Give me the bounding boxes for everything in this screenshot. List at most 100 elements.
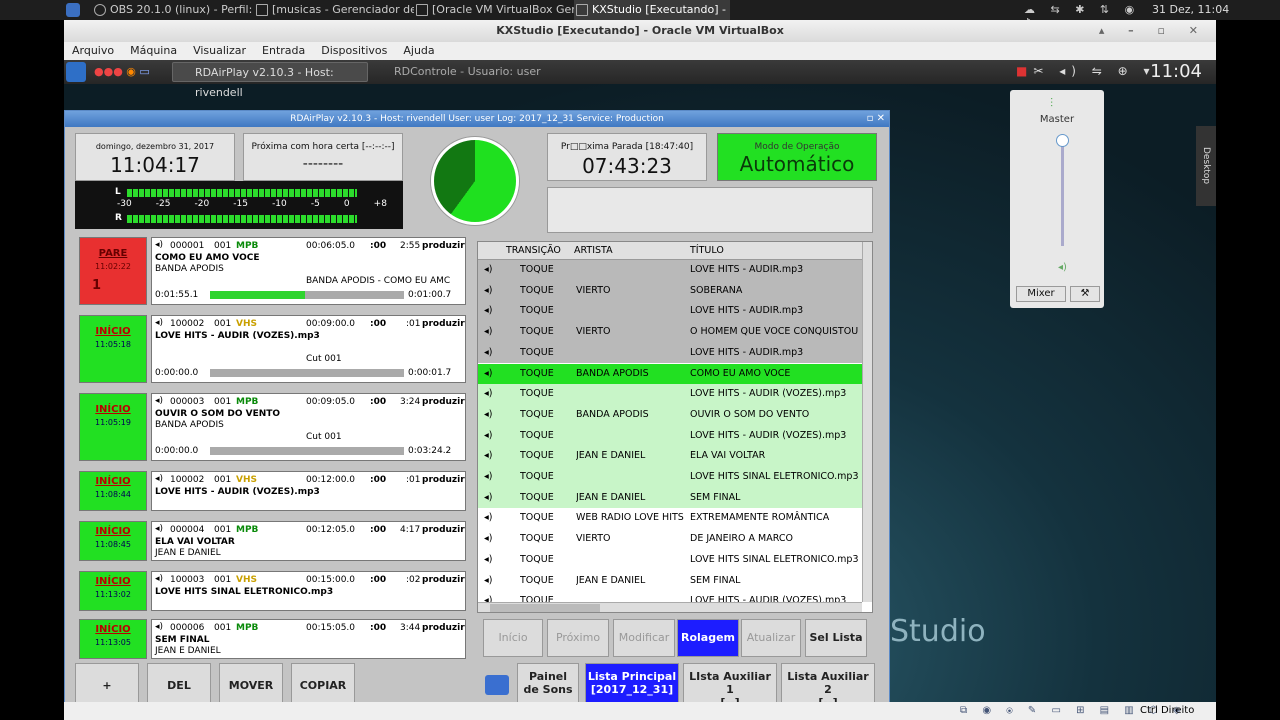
speaker-icon: ◂): [484, 553, 493, 565]
header-transicao[interactable]: TRANSIÇÃO: [506, 242, 561, 260]
speaker-icon: ◂): [155, 524, 164, 534]
host-menu-icon[interactable]: [66, 3, 80, 17]
list-row[interactable]: ◂) TOQUE LOVE HITS - AUDIR (VOZES).mp3: [478, 425, 862, 447]
menu-arquivo[interactable]: Arquivo: [72, 44, 114, 57]
list-row[interactable]: ◂) TOQUE VIERTO SOBERANA: [478, 280, 862, 302]
kxstudio-menu-icon[interactable]: [66, 62, 86, 82]
task-rdairplay[interactable]: RDAirPlay v2.10.3 - Host: rivendell: [172, 62, 368, 99]
virtualbox-statusbar: ⧉ ◉ ⦿ ✎ ▭ ⊞ ▤ ▥ ⬡ ◈ Ctrl Direito: [64, 702, 1216, 720]
list-row[interactable]: ◂) TOQUE WEB RADIO LOVE HITS EXTREMAMENTE R…: [478, 508, 862, 530]
horizontal-scrollbar[interactable]: [478, 602, 862, 612]
task-rdcontrole[interactable]: RDControle - Usuario: user: [372, 62, 568, 82]
rd-window-controls[interactable]: ▫ ✕: [867, 111, 885, 127]
header-artista[interactable]: ARTISTA: [574, 242, 613, 260]
speaker-icon: ◂): [484, 491, 493, 503]
menu-maquina[interactable]: Máquina: [130, 44, 177, 57]
aux-log-2-button[interactable]: Lista Auxiliar 2[--]: [781, 663, 875, 702]
log-list[interactable]: TRANSIÇÃO ARTISTA TÍTULO ◂) TOQUE LOVE HIT…: [477, 241, 873, 613]
sound-panel-button[interactable]: Painel de Sons: [517, 663, 579, 702]
list-button-inicio[interactable]: Início: [483, 619, 543, 657]
clock-time: 11:04:17: [110, 153, 200, 177]
start-button-2[interactable]: INÍCIO 11:05:18: [79, 315, 147, 383]
list-row[interactable]: ◂) TOQUE VIERTO O HOMEM QUE VOCE CONQUISTOU: [478, 322, 862, 343]
virtualbox-menubar: Arquivo Máquina Visualizar Entrada Dispositi…: [64, 42, 1216, 60]
list-button-proximo[interactable]: Próximo: [547, 619, 609, 657]
start-button-6[interactable]: INÍCIO 11:13:02: [79, 571, 147, 611]
menu-visualizar[interactable]: Visualizar: [193, 44, 246, 57]
aux-log-1-button[interactable]: LIsta Auxiliar 1[--]: [683, 663, 777, 702]
cart-card-3[interactable]: ◂) 000003 001 MPB 00:09:05.0 :00 3:24 produ…: [151, 393, 466, 461]
mixer-button[interactable]: Mixer: [1016, 286, 1066, 302]
mixer-icon: ⫶: [1050, 96, 1054, 110]
guest-clock[interactable]: 11:04: [1150, 61, 1202, 83]
host-clock[interactable]: 31 Dez, 11:04: [1152, 0, 1229, 20]
vbox-window-controls[interactable]: ▴ – ▫ ✕: [1099, 20, 1208, 42]
copiar-button[interactable]: COPIAR: [291, 663, 355, 702]
list-row[interactable]: ◂) TOQUE JEAN E DANIEL ELA VAI VOLTAR: [478, 446, 862, 467]
speaker-icon: ◂): [484, 367, 493, 379]
launcher-icons[interactable]: ●●● ◉ ▭: [94, 65, 150, 78]
list-row[interactable]: ◂) TOQUE BANDA APODIS COMO EU AMO VOCE: [478, 363, 862, 385]
stop-button[interactable]: PARE 11:02:22 1: [79, 237, 147, 305]
speaker-icon: ◂): [484, 408, 493, 420]
list-row[interactable]: ◂) TOQUE JEAN E DANIEL SEM FINAL: [478, 487, 862, 509]
volume-mixer-popup: ⫶ Master ◂) Mixer ⚒: [1010, 90, 1104, 308]
mixer-master-label: Master: [1039, 114, 1075, 125]
list-row[interactable]: ◂) TOQUE LOVE HITS - AUDIR (VOZES).mp3: [478, 384, 862, 405]
mover-button[interactable]: MOVER: [219, 663, 283, 702]
host-tab-kxstudio[interactable]: KXStudio [Executando] - O...: [574, 0, 730, 20]
start-button-7[interactable]: INÍCIO 11:13:05: [79, 619, 147, 659]
add-button[interactable]: +: [75, 663, 139, 702]
list-rows: ◂) TOQUE LOVE HITS - AUDIR.mp3 ◂) TOQUE VIERT…: [478, 260, 862, 612]
mode-button[interactable]: Modo de Operação Automático: [717, 133, 877, 181]
cart-card-7[interactable]: ◂) 000006 001 MPB 00:15:05.0 :00 3:44 produ…: [151, 619, 466, 659]
folder-icon: [256, 4, 268, 16]
cart-card-playing[interactable]: ◂) 000001 001 MPB 00:06:05.0 :00 2:55 pr…: [151, 237, 466, 305]
start-button-3[interactable]: INÍCIO 11:05:19: [79, 393, 147, 461]
cart-card-6[interactable]: ◂) 100003 001 VHS 00:15:00.0 :00:02 produz…: [151, 571, 466, 611]
del-button[interactable]: DEL: [147, 663, 211, 702]
host-tab-vbox-manager[interactable]: [Oracle VM VirtualBox Ger...: [414, 0, 574, 20]
start-button-4[interactable]: INÍCIO 11:08:44: [79, 471, 147, 511]
speaker-icon: ◂): [484, 284, 493, 296]
start-button-5[interactable]: INÍCIO 11:08:45: [79, 521, 147, 561]
cart-card-2[interactable]: ◂) 100002 001 VHS 00:09:00.0 :00:01 produz…: [151, 315, 466, 383]
list-button-modificar[interactable]: Modificar: [613, 619, 675, 657]
list-row[interactable]: ◂) TOQUE LOVE HITS - AUDIR.mp3: [478, 301, 862, 323]
list-button-atualizar[interactable]: Atualizar: [741, 619, 801, 657]
speaker-icon: ◂): [155, 474, 164, 484]
list-button-rolagem[interactable]: Rolagem: [677, 619, 739, 657]
cart-card-4[interactable]: ◂) 100002 001 VHS 00:12:00.0 :00:01 produz…: [151, 471, 466, 511]
list-header: TRANSIÇÃO ARTISTA TÍTULO: [478, 242, 862, 260]
speaker-icon: ◂): [484, 450, 493, 462]
list-row[interactable]: ◂) TOQUE VIERTO DE JANEIRO A MARCO: [478, 529, 862, 550]
host-tab-files[interactable]: [musicas - Gerenciador de ...: [254, 0, 414, 20]
list-row[interactable]: ◂) TOQUE LOVE HITS - AUDIR.mp3: [478, 342, 862, 364]
master-volume-slider[interactable]: [1061, 136, 1064, 246]
list-row[interactable]: ◂) TOQUE LOVE HITS SINAL ELETRONICO.mp3: [478, 549, 862, 571]
guest-screen: Studio Desktop ●●● ◉ ▭ RDAirPlay v2.10.3…: [64, 60, 1216, 702]
speaker-icon: ◂): [484, 533, 493, 545]
speaker-icon: ◂): [484, 326, 493, 338]
list-row[interactable]: ◂) TOQUE JEAN E DANIEL SEM FINAL: [478, 570, 862, 592]
guest-tray-icons[interactable]: ■✂ ◂) ⇋ ⊕ ▾: [1016, 64, 1156, 78]
message-box: [547, 187, 873, 233]
vertical-scrollbar[interactable]: [862, 242, 872, 602]
cart-card-5[interactable]: ◂) 000004 001 MPB 00:12:05.0 :00 4:17 produ…: [151, 521, 466, 561]
header-titulo[interactable]: TÍTULO: [690, 242, 724, 260]
speaker-icon: ◂): [155, 574, 164, 584]
list-row[interactable]: ◂) TOQUE LOVE HITS - AUDIR.mp3: [478, 260, 862, 281]
menu-entrada[interactable]: Entrada: [262, 44, 305, 57]
desktop-side-tab[interactable]: Desktop: [1196, 126, 1216, 206]
menu-dispositivos[interactable]: Dispositivos: [321, 44, 387, 57]
list-row[interactable]: ◂) TOQUE BANDA APODIS OUVIR O SOM DO VENTO: [478, 404, 862, 426]
host-tray-icons[interactable]: ☁ ⇆ ✱ ⇅ ◉ ♪: [1024, 3, 1144, 29]
cart-progress-bar: [210, 369, 404, 377]
host-tab-obs[interactable]: OBS 20.1.0 (linux) - Perfil: LI...: [92, 0, 252, 20]
list-row[interactable]: ◂) TOQUE LOVE HITS SINAL ELETRONICO.mp3: [478, 467, 862, 488]
main-log-button[interactable]: Lista Principal [2017_12_31]: [585, 663, 679, 702]
menu-ajuda[interactable]: Ajuda: [403, 44, 434, 57]
mixer-settings-button[interactable]: ⚒: [1070, 286, 1100, 302]
slider-handle[interactable]: [1056, 134, 1069, 147]
list-button-sel-lista[interactable]: Sel Lista: [805, 619, 867, 657]
